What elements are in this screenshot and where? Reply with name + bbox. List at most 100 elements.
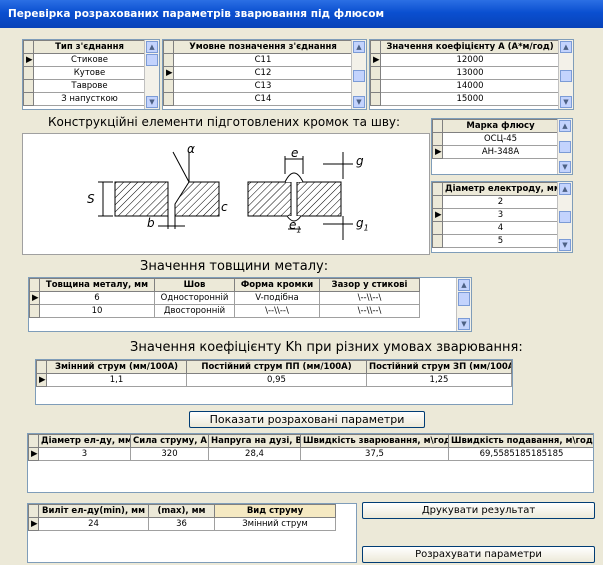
table-row[interactable]: ▶ С12 (163, 66, 353, 80)
table-row[interactable]: ▶ Стикове (23, 53, 146, 67)
results-header-diameter: Діаметр ел-ду, мм (38, 434, 131, 448)
table-row[interactable]: С13 (163, 79, 353, 93)
flux-header: Марка флюсу (442, 119, 559, 133)
thickness-header-metal: Товщина металу, мм (39, 278, 155, 292)
dim-b-label: b (147, 216, 155, 230)
electrode-grid[interactable]: Діаметр електроду, мм 2 ▶ 3 4 5 ▲ ▼ (431, 181, 573, 253)
joint-designation-grid[interactable]: Умовне позначення з'єднання С11 ▶ С12 С13… (162, 39, 367, 110)
results-header-current: Сила струму, А (130, 434, 209, 448)
window-title: Перевірка розрахованих параметрів зварюв… (0, 0, 603, 28)
scrollbar[interactable]: ▲ ▼ (351, 40, 366, 109)
scroll-thumb[interactable] (353, 70, 365, 82)
scroll-thumb[interactable] (560, 70, 572, 82)
scroll-down-icon[interactable]: ▼ (559, 239, 571, 251)
extension-header-max: (max), мм (148, 504, 215, 518)
dim-g-label: g (356, 154, 364, 168)
table-row[interactable]: ▶ 3 320 28,4 37,5 69,5585185185185 (28, 447, 593, 461)
kh-grid[interactable]: Змінний струм (мм/100А) Постійний струм … (35, 359, 513, 405)
dim-s-label: S (87, 192, 95, 206)
kh-header-dc-zp: Постійний струм ЗП (мм/100А) (366, 360, 512, 374)
row-indicator-icon: ▶ (28, 447, 39, 461)
scrollbar[interactable]: ▲ ▼ (456, 278, 471, 331)
kh-label: Значення коефіцієнту Kh при різних умова… (130, 340, 523, 355)
scroll-up-icon[interactable]: ▲ (146, 41, 158, 53)
results-header-feed-speed: Швидкість подавання, м\год (448, 434, 593, 448)
table-row[interactable]: 10 Двосторонній \--\\--\ \--\\--\ (29, 304, 459, 318)
table-row[interactable]: 13000 (370, 66, 560, 80)
extension-header-min: Виліт ел-ду(min), мм (38, 504, 149, 518)
row-indicator-icon: ▶ (28, 517, 39, 531)
scrollbar[interactable]: ▲ ▼ (558, 40, 573, 109)
calculate-parameters-button[interactable]: Розрахувати параметри (362, 546, 595, 563)
scroll-thumb[interactable] (559, 211, 571, 223)
table-row[interactable]: 15000 (370, 92, 560, 106)
table-row[interactable]: С14 (163, 92, 353, 106)
table-row[interactable]: ОСЦ-45 (432, 132, 559, 146)
table-row[interactable]: ▶ 3 (432, 208, 559, 222)
table-row[interactable]: Таврове (23, 79, 146, 93)
scroll-down-icon[interactable]: ▼ (560, 96, 572, 108)
joint-type-grid[interactable]: Тип з'єднання ▶ Стикове Кутове Таврове З … (22, 39, 160, 110)
joint-designation-header: Умовне позначення з'єднання (173, 40, 353, 54)
scroll-up-icon[interactable]: ▲ (353, 41, 365, 53)
show-parameters-button[interactable]: Показати розраховані параметри (189, 411, 425, 428)
joint-type-header: Тип з'єднання (33, 40, 146, 54)
coefficient-a-header: Значення коефіцієнту А (А*м/год) (380, 40, 560, 54)
row-indicator-icon: ▶ (23, 53, 34, 67)
scroll-up-icon[interactable]: ▲ (560, 41, 572, 53)
scroll-thumb[interactable] (458, 292, 470, 306)
kh-header-ac: Змінний струм (мм/100А) (46, 360, 187, 374)
row-indicator-icon: ▶ (432, 208, 443, 222)
table-row[interactable]: 2 (432, 195, 559, 209)
section-edges-label: Конструкційні елементи підготовлених кро… (48, 115, 401, 129)
table-row[interactable]: ▶ 1,1 0,95 1,25 (36, 373, 512, 387)
coefficient-a-grid[interactable]: Значення коефіцієнту А (А*м/год) ▶ 12000 … (369, 39, 574, 110)
scroll-down-icon[interactable]: ▼ (559, 161, 571, 173)
scrollbar[interactable]: ▲ ▼ (557, 119, 572, 174)
table-row[interactable]: С11 (163, 53, 353, 67)
table-row[interactable]: 4 (432, 221, 559, 235)
scroll-up-icon[interactable]: ▲ (458, 279, 470, 291)
table-row[interactable]: ▶ 6 Односторонній V-подібна \--\\--\ (29, 291, 459, 305)
thickness-header-seam: Шов (154, 278, 235, 292)
scroll-up-icon[interactable]: ▲ (559, 183, 571, 195)
weld-drawing: S b α c e g e1 g1 (22, 133, 430, 255)
table-row[interactable]: 5 (432, 234, 559, 248)
print-result-button[interactable]: Друкувати результат (362, 502, 595, 519)
dim-alpha-label: α (187, 142, 195, 156)
flux-grid[interactable]: Марка флюсу ОСЦ-45 ▶ АН-348А ▲ ▼ (431, 118, 573, 175)
scroll-down-icon[interactable]: ▼ (458, 318, 470, 330)
results-header-weld-speed: Швидкість зварювання, м\год (300, 434, 449, 448)
thickness-grid[interactable]: Товщина металу, мм Шов Форма кромки Зазо… (28, 277, 472, 332)
scroll-down-icon[interactable]: ▼ (353, 96, 365, 108)
row-indicator-icon: ▶ (432, 145, 443, 159)
table-row[interactable]: 14000 (370, 79, 560, 93)
thickness-header-edge: Форма кромки (234, 278, 320, 292)
kh-header-dc-pp: Постійний струм ПП (мм/100А) (186, 360, 367, 374)
scrollbar[interactable]: ▲ ▼ (557, 182, 572, 252)
table-row[interactable]: ▶ 12000 (370, 53, 560, 67)
thickness-header-gap: Зазор у стикові (319, 278, 420, 292)
weld-section-svg (98, 151, 353, 240)
dim-g1-label: g1 (356, 216, 369, 233)
extension-header-current-type: Вид струму (214, 504, 336, 518)
table-row[interactable]: ▶ АН-348А (432, 145, 559, 159)
table-row[interactable]: Кутове (23, 66, 146, 80)
scroll-down-icon[interactable]: ▼ (146, 96, 158, 108)
scrollbar[interactable]: ▲ ▼ (144, 40, 159, 109)
electrode-header: Діаметр електроду, мм (442, 182, 559, 196)
dim-e1-label: e1 (289, 218, 302, 235)
row-indicator-icon: ▶ (163, 66, 174, 80)
scroll-thumb[interactable] (559, 141, 571, 153)
dim-c-label: c (221, 200, 228, 214)
results-grid[interactable]: Діаметр ел-ду, мм Сила струму, А Напруга… (27, 433, 594, 493)
row-indicator-icon: ▶ (36, 373, 47, 387)
dim-e-label: e (291, 146, 299, 160)
scroll-thumb[interactable] (146, 54, 158, 66)
extension-grid[interactable]: Виліт ел-ду(min), мм (max), мм Вид струм… (27, 503, 357, 563)
thickness-label: Значення товщини металу: (140, 259, 329, 274)
scroll-up-icon[interactable]: ▲ (559, 120, 571, 132)
table-row[interactable]: З напусткою (23, 92, 146, 106)
results-header-voltage: Напруга на дузі, В (208, 434, 301, 448)
table-row[interactable]: ▶ 24 36 Змінний струм (28, 517, 336, 531)
